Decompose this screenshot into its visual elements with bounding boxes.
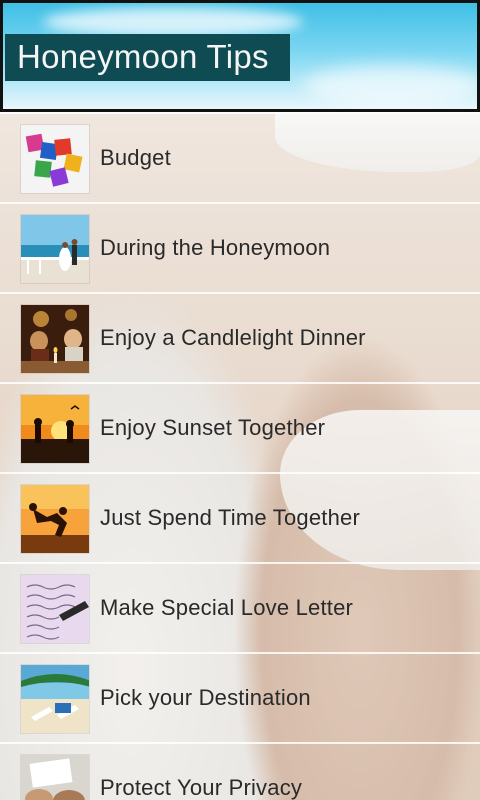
sky-cloud [43, 7, 303, 37]
couple-on-pier-icon [20, 214, 90, 284]
list-item-label: During the Honeymoon [100, 235, 331, 260]
list-item-pick-your-destination[interactable]: Pick your Destination [0, 652, 480, 742]
sunset-couple-icon [20, 394, 90, 464]
list-item-enjoy-sunset-together[interactable]: Enjoy Sunset Together [0, 382, 480, 472]
love-letter-icon [20, 574, 90, 644]
list-item-label: Enjoy Sunset Together [100, 415, 326, 440]
list-item-during-the-honeymoon[interactable]: During the Honeymoon [0, 202, 480, 292]
beach-chairs-icon [20, 664, 90, 734]
privacy-hands-icon [20, 754, 90, 800]
list-item-label: Protect Your Privacy [100, 775, 303, 800]
couple-jumping-sunset-icon [20, 484, 90, 554]
app-header: Honeymoon Tips [0, 0, 480, 112]
title-bar: Honeymoon Tips [5, 34, 290, 81]
list-item-make-special-love-letter[interactable]: Make Special Love Letter [0, 562, 480, 652]
sky-cloud [303, 65, 477, 105]
candlelight-dinner-icon [20, 304, 90, 374]
list-item-protect-your-privacy[interactable]: Protect Your Privacy [0, 742, 480, 800]
list-item-budget[interactable]: Budget [0, 112, 480, 202]
list-item-label: Pick your Destination [100, 685, 311, 710]
list-item-just-spend-time-together[interactable]: Just Spend Time Together [0, 472, 480, 562]
list-item-label: Enjoy a Candlelight Dinner [100, 325, 366, 350]
list-item-label: Just Spend Time Together [100, 505, 360, 530]
list-item-label: Make Special Love Letter [100, 595, 354, 620]
budget-blocks-icon [20, 124, 90, 194]
list-item-label: Budget [100, 145, 171, 170]
page-title: Honeymoon Tips [17, 38, 269, 75]
list-item-enjoy-a-candlelight-dinner[interactable]: Enjoy a Candlelight Dinner [0, 292, 480, 382]
